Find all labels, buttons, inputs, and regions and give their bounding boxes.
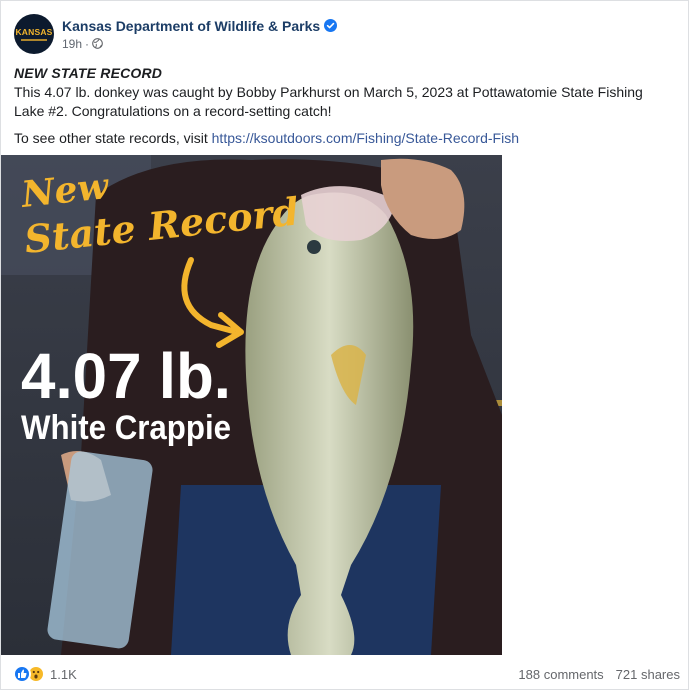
post-headline: NEW STATE RECORD	[14, 65, 163, 81]
reactions-summary[interactable]: 1.1K	[13, 665, 77, 683]
post-body-text: This 4.07 lb. donkey was caught by Bobby…	[14, 84, 643, 119]
comments-count[interactable]: 188 comments	[518, 667, 603, 682]
avatar-logo-text: KANSAS	[15, 27, 53, 37]
post-text: NEW STATE RECORD This 4.07 lb. donkey wa…	[14, 64, 674, 156]
page-avatar[interactable]: KANSAS	[14, 14, 54, 54]
state-record-link[interactable]: https://ksoutdoors.com/Fishing/State-Rec…	[212, 130, 519, 146]
fish-eye	[307, 240, 321, 254]
page-name-row: Kansas Department of Wildlife & Parks	[62, 18, 338, 34]
post-meta: 19h ·	[62, 37, 337, 51]
like-reaction-icon	[13, 665, 31, 683]
facebook-post: KANSAS Kansas Department of Wildlife & P…	[0, 0, 689, 690]
globe-icon[interactable]	[92, 38, 103, 49]
header-text: Kansas Department of Wildlife & Parks 19…	[62, 18, 338, 51]
post-photo[interactable]: New State Record 4.07 lb. White Crappie	[1, 155, 502, 655]
reaction-count: 1.1K	[50, 666, 77, 682]
engagement-stats: 188 comments 721 shares	[518, 667, 680, 682]
overlay-species-text: White Crappie	[21, 409, 231, 447]
post-header: KANSAS Kansas Department of Wildlife & P…	[14, 13, 338, 55]
post-timestamp[interactable]: 19h	[62, 37, 82, 51]
post-link-line: To see other state records, visit https:…	[14, 129, 674, 148]
overlay-weight-text: 4.07 lb.	[21, 340, 231, 412]
link-prefix: To see other state records, visit	[14, 130, 212, 146]
post-footer: 1.1K 188 comments 721 shares	[1, 657, 688, 690]
verified-badge-icon	[324, 19, 338, 32]
page-name-link[interactable]: Kansas Department of Wildlife & Parks	[62, 18, 320, 34]
shares-count[interactable]: 721 shares	[616, 667, 680, 682]
avatar-logo-underline	[21, 39, 47, 41]
meta-separator: ·	[85, 36, 90, 51]
